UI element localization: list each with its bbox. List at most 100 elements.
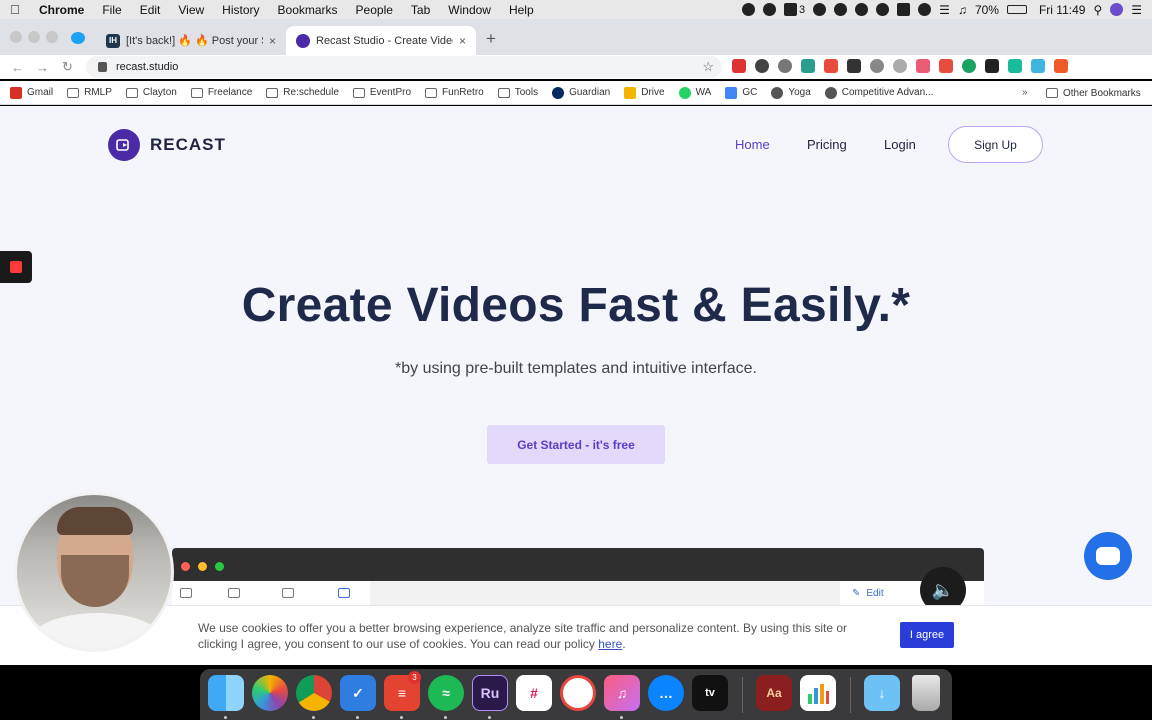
bookmark-folder-funretro[interactable]: FunRetro xyxy=(425,87,484,98)
extension-pocket-icon[interactable] xyxy=(755,59,769,73)
extension-arrow-icon[interactable] xyxy=(916,59,930,73)
wifi-icon[interactable]: ☰ xyxy=(939,3,950,17)
status-bluetooth-icon[interactable] xyxy=(918,3,932,16)
chrome-icon[interactable] xyxy=(296,675,332,711)
tab-indiehackers[interactable]: IH [It's back!] 🔥 🔥 Post your SAAS × xyxy=(96,26,286,55)
lock-icon[interactable] xyxy=(98,62,107,72)
bookmark-wa[interactable]: WA xyxy=(678,86,711,99)
extension-grammarly-icon[interactable] xyxy=(962,59,976,73)
bookmark-competitive[interactable]: Competitive Advan... xyxy=(824,86,933,99)
downloads-folder-icon[interactable]: ↓ xyxy=(864,675,900,711)
bookmarks-overflow-button[interactable]: » xyxy=(1022,81,1028,105)
menu-app-name[interactable]: Chrome xyxy=(30,3,93,17)
volume-icon[interactable]: ♫ xyxy=(958,3,967,17)
status-extra-icon[interactable] xyxy=(876,3,890,16)
tab-recast[interactable]: Recast Studio - Create Videos Fast × xyxy=(286,26,476,55)
close-tab-icon[interactable]: × xyxy=(459,34,466,48)
calendar-icon xyxy=(725,86,738,99)
extension-gear-icon[interactable] xyxy=(870,59,884,73)
finder-icon[interactable] xyxy=(208,675,244,711)
window-minimize-button[interactable] xyxy=(28,31,40,43)
extension-ghost-icon[interactable] xyxy=(778,59,792,73)
bookmark-star-icon[interactable]: ☆ xyxy=(702,59,714,75)
affinity-icon[interactable] xyxy=(560,675,596,711)
menu-file[interactable]: File xyxy=(93,3,130,17)
battery-icon[interactable] xyxy=(1006,5,1027,14)
close-tab-icon[interactable]: × xyxy=(269,34,276,48)
bookmark-gc[interactable]: GC xyxy=(725,86,757,99)
extension-screen-icon[interactable] xyxy=(1031,59,1045,73)
extension-m-icon[interactable] xyxy=(847,59,861,73)
cookie-policy-link[interactable]: here xyxy=(598,637,622,651)
menu-window[interactable]: Window xyxy=(439,3,500,17)
status-calendar-icon[interactable] xyxy=(784,3,798,16)
window-close-button[interactable] xyxy=(10,31,22,43)
nav-home-link[interactable]: Home xyxy=(735,137,770,152)
photos-icon[interactable] xyxy=(252,675,288,711)
rush-icon[interactable]: Ru xyxy=(472,675,508,711)
menu-tab[interactable]: Tab xyxy=(402,3,439,17)
spotlight-icon[interactable]: ⚲ xyxy=(1093,3,1102,17)
notification-center-icon[interactable]: ☰ xyxy=(1131,3,1142,17)
extension-iq-icon[interactable] xyxy=(1008,59,1022,73)
new-tab-button[interactable]: + xyxy=(486,29,496,49)
bookmark-folder-clayton[interactable]: Clayton xyxy=(125,87,177,98)
status-cloud-icon[interactable] xyxy=(855,3,869,16)
bookmark-guardian[interactable]: Guardian xyxy=(552,86,610,99)
cookie-agree-button[interactable]: I agree xyxy=(900,622,954,648)
menu-people[interactable]: People xyxy=(347,3,402,17)
status-record-icon[interactable] xyxy=(813,3,827,16)
bookmark-drive[interactable]: Drive xyxy=(624,86,665,99)
tv-icon[interactable]: tv xyxy=(692,675,728,711)
nav-login-link[interactable]: Login xyxy=(884,137,916,152)
apple-icon[interactable]:  xyxy=(0,2,30,17)
extension-fox-icon[interactable] xyxy=(1054,59,1068,73)
things-icon[interactable]: ✓ xyxy=(340,675,376,711)
get-started-button[interactable]: Get Started - it's free xyxy=(487,425,665,464)
bookmark-folder-eventpro[interactable]: EventPro xyxy=(352,87,411,98)
extension-new-icon[interactable] xyxy=(824,59,838,73)
url-text[interactable]: recast.studio xyxy=(116,61,178,73)
bookmark-label: Re:schedule xyxy=(283,87,339,98)
messenger-icon[interactable]: … xyxy=(648,675,684,711)
extension-lastpass-icon[interactable] xyxy=(732,59,746,73)
pinned-tab-twitter[interactable] xyxy=(71,32,85,44)
numbers-icon[interactable] xyxy=(800,675,836,711)
menu-edit[interactable]: Edit xyxy=(131,3,170,17)
bookmark-gmail[interactable]: Gmail xyxy=(10,86,53,99)
clock[interactable]: Fri 11:49 xyxy=(1039,3,1085,17)
bookmark-folder-tools[interactable]: Tools xyxy=(497,87,538,98)
bookmark-folder-rmlp[interactable]: RMLP xyxy=(67,87,112,98)
extension-record-icon[interactable] xyxy=(939,59,953,73)
bookmark-folder-freelance[interactable]: Freelance xyxy=(190,87,252,98)
extension-cloud-icon[interactable] xyxy=(893,59,907,73)
trash-icon[interactable] xyxy=(912,675,940,711)
battery-percent[interactable]: 70% xyxy=(975,3,999,17)
bookmark-yoga[interactable]: Yoga xyxy=(771,86,811,99)
extension-medium-icon[interactable] xyxy=(985,59,999,73)
bookmark-folder-reschedule[interactable]: Re:schedule xyxy=(266,87,339,98)
menu-help[interactable]: Help xyxy=(500,3,543,17)
menu-bookmarks[interactable]: Bookmarks xyxy=(269,3,347,17)
menu-history[interactable]: History xyxy=(213,3,268,17)
reload-icon[interactable]: ↻ xyxy=(55,59,80,75)
status-drop-icon[interactable] xyxy=(763,3,777,16)
signup-button[interactable]: Sign Up xyxy=(948,126,1043,163)
other-bookmarks[interactable]: Other Bookmarks xyxy=(1046,81,1141,105)
status-airplay-icon[interactable] xyxy=(897,3,911,16)
nav-pricing-link[interactable]: Pricing xyxy=(807,137,847,152)
status-app-icon[interactable] xyxy=(742,3,756,16)
chat-widget-button[interactable] xyxy=(1084,532,1132,580)
back-arrow-icon[interactable]: ← xyxy=(5,60,30,75)
spotify-icon[interactable]: ≈ xyxy=(428,675,464,711)
siri-icon[interactable] xyxy=(1110,3,1124,16)
address-bar[interactable]: recast.studio ☆ xyxy=(86,56,722,78)
music-icon[interactable]: ♫ xyxy=(604,675,640,711)
dictionary-icon[interactable]: Aa xyxy=(756,675,792,711)
menu-view[interactable]: View xyxy=(169,3,213,17)
extension-pen-icon[interactable] xyxy=(801,59,815,73)
forward-arrow-icon[interactable]: → xyxy=(30,60,55,75)
status-1password-icon[interactable] xyxy=(834,3,848,16)
slack-icon[interactable]: # xyxy=(516,675,552,711)
window-zoom-button[interactable] xyxy=(46,31,58,43)
